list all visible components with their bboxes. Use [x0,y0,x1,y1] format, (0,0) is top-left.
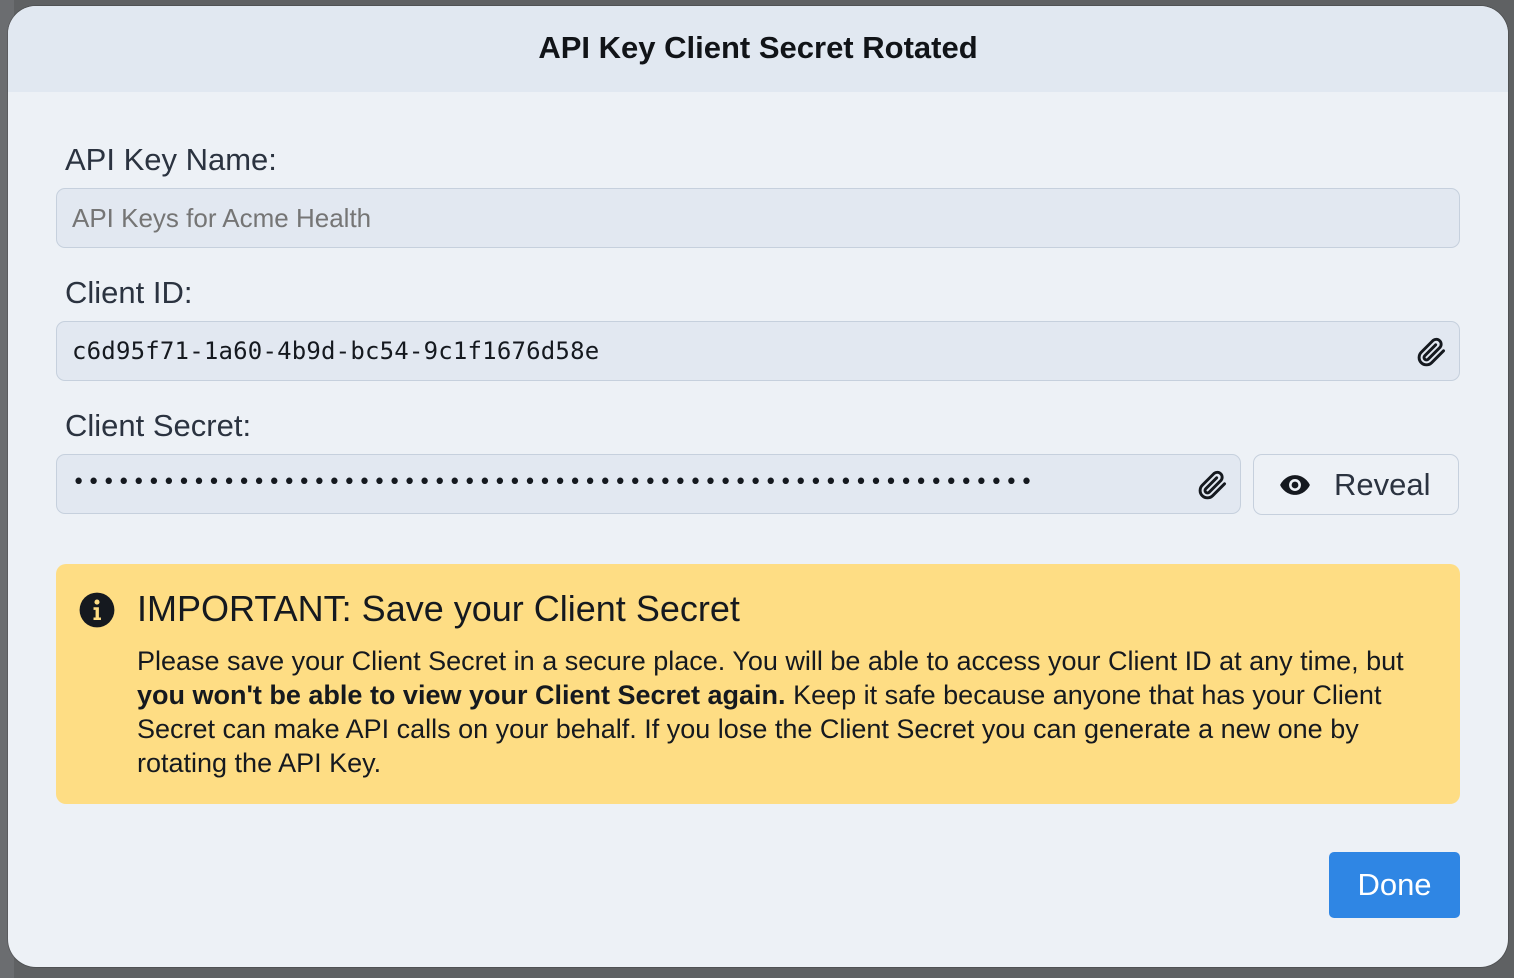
alert-title: IMPORTANT: Save your Client Secret [137,588,740,629]
important-alert: IMPORTANT: Save your Client Secret Pleas… [56,564,1460,804]
paperclip-icon[interactable] [1196,469,1228,501]
alert-body-emphasis: you won't be able to view your Client Se… [137,680,786,710]
info-icon [79,592,115,628]
client-secret-label: Client Secret: [65,408,252,443]
dialog-title: API Key Client Secret Rotated [538,30,978,65]
dialog-header: API Key Client Secret Rotated [8,6,1508,92]
client-id-field[interactable]: c6d95f71-1a60-4b9d-bc54-9c1f1676d58e [56,321,1460,381]
client-secret-field[interactable]: ••••••••••••••••••••••••••••••••••••••••… [56,454,1241,514]
api-key-name-input[interactable] [72,202,1390,234]
api-key-name-field-container [56,188,1460,248]
client-id-label: Client ID: [65,275,193,310]
done-button[interactable]: Done [1329,852,1460,918]
paperclip-icon[interactable] [1415,336,1447,368]
alert-body: Please save your Client Secret in a secu… [137,644,1432,780]
reveal-button-label: Reveal [1334,466,1431,502]
rotated-secret-dialog: API Key Client Secret Rotated API Key Na… [8,6,1508,967]
client-secret-masked-value: ••••••••••••••••••••••••••••••••••••••••… [72,469,1035,495]
api-key-name-label: API Key Name: [65,142,277,177]
eye-icon [1280,474,1310,495]
reveal-button[interactable]: Reveal [1253,454,1459,515]
client-id-value: c6d95f71-1a60-4b9d-bc54-9c1f1676d58e [72,337,600,365]
alert-body-text: Please save your Client Secret in a secu… [137,646,1404,676]
